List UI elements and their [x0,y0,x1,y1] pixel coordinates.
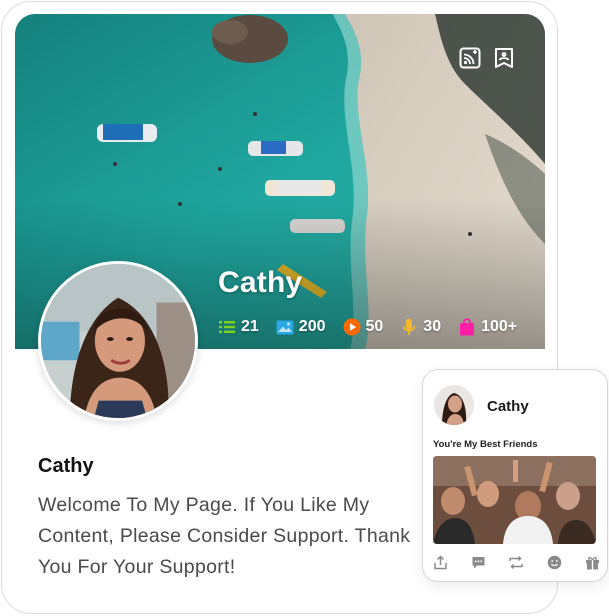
share-button[interactable] [431,553,449,571]
mini-caption: You're My Best Friends [433,439,538,450]
image-icon [276,318,294,336]
gift-button[interactable] [583,553,601,571]
play-icon [343,318,361,336]
stat-value: 50 [365,318,384,335]
stat-items[interactable]: 100+ [458,318,517,336]
contact-card-button[interactable] [492,46,516,70]
stat-posts[interactable]: 21 [218,318,259,336]
comment-icon [472,556,484,568]
gift-bag-icon [458,318,476,336]
mini-post-card: Cathy You're My Best Friends [422,369,608,582]
mini-action-bar [431,553,601,571]
share-icon [433,554,447,569]
contact-card-icon [495,48,513,68]
profile-avatar[interactable] [38,261,198,421]
mini-name: Cathy [487,398,529,415]
crowd-image [433,456,596,544]
bio-name: Cathy [38,455,94,477]
profile-name-overlay: Cathy [218,266,303,299]
stat-value: 200 [298,318,326,335]
stat-videos[interactable]: 50 [343,318,384,336]
stat-value: 21 [241,318,259,335]
gift-icon [585,556,599,569]
mini-avatar[interactable] [434,385,474,425]
emoji-button[interactable] [545,553,563,571]
stat-value: 30 [423,318,442,335]
page: Cathy 21 200 50 30 100+ Cathy Welcome To… [0,0,609,616]
stat-value: 100+ [481,318,518,335]
repost-icon [509,555,523,569]
stat-photos[interactable]: 200 [276,318,326,336]
rss-add-button[interactable] [458,46,482,70]
rss-add-icon [459,47,481,69]
mini-avatar-image [434,385,474,425]
list-icon [218,318,236,336]
repost-button[interactable] [507,553,525,571]
comment-button[interactable] [469,553,487,571]
microphone-icon [400,318,418,336]
emoji-icon [547,555,561,569]
mini-post-photo[interactable] [433,456,596,544]
profile-stats: 21 200 50 30 100+ [218,316,534,338]
stat-audio[interactable]: 30 [400,318,441,336]
avatar-image [41,264,195,418]
bio-text: Welcome To My Page. If You Like My Conte… [38,494,411,578]
